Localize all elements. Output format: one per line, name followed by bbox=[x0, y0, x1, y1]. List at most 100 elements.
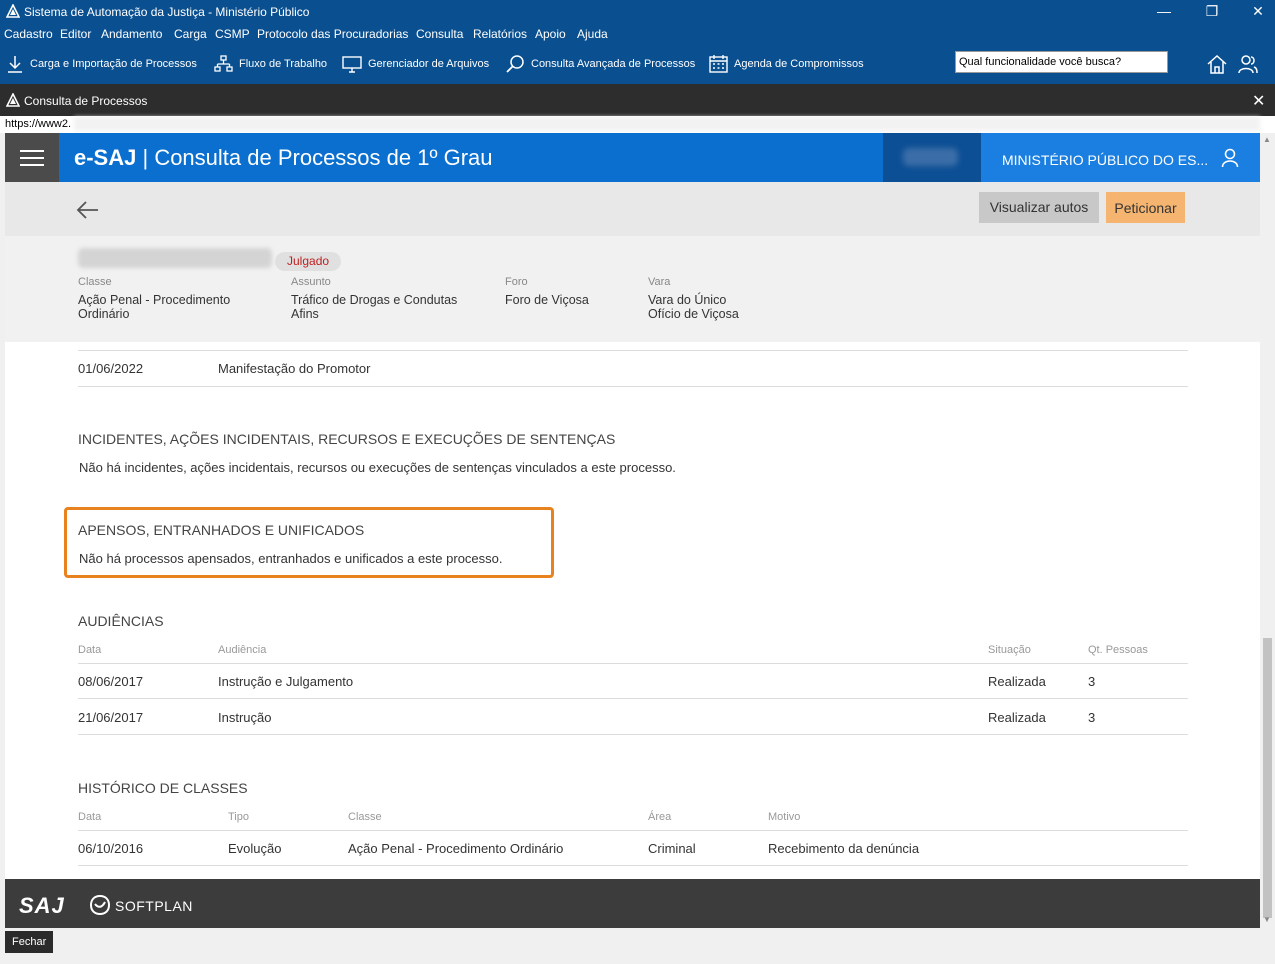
user-icon bbox=[1221, 148, 1239, 168]
url-blurred bbox=[74, 117, 1260, 131]
hamburger-menu-button[interactable] bbox=[5, 133, 59, 182]
vertical-scrollbar[interactable]: ▲ ▼ bbox=[1260, 133, 1275, 928]
search-icon bbox=[506, 55, 524, 73]
hearings-header-date: Data bbox=[78, 644, 102, 656]
movement-date: 01/06/2022 bbox=[78, 361, 144, 376]
scroll-down-icon[interactable]: ▼ bbox=[1263, 915, 1271, 924]
menu-protocolo[interactable]: Protocolo das Procuradorias bbox=[257, 27, 408, 41]
toolbar-consulta-avancada[interactable]: Consulta Avançada de Processos bbox=[505, 54, 695, 74]
field-value-assunto: Tráfico de Drogas e Condutas Afins bbox=[291, 293, 458, 321]
field-label-assunto: Assunto bbox=[291, 276, 331, 288]
hearings-header-hearing: Audiência bbox=[218, 644, 267, 656]
hearings-title: AUDIÊNCIAS bbox=[78, 613, 164, 629]
menu-andamento[interactable]: Andamento bbox=[101, 27, 162, 41]
field-value-vara: Vara do Único Ofício de Viçosa bbox=[648, 293, 739, 321]
toolbar-label: Consulta Avançada de Processos bbox=[531, 58, 696, 70]
hearing-status: Realizada bbox=[988, 710, 1046, 725]
restore-button[interactable]: ❐ bbox=[1189, 0, 1235, 24]
hearings-header-status: Situação bbox=[988, 644, 1031, 656]
minimize-button[interactable]: — bbox=[1141, 0, 1187, 24]
history-reason: Recebimento da denúncia bbox=[768, 841, 920, 856]
flowchart-icon bbox=[214, 55, 233, 72]
softplan-logo: SOFTPLAN bbox=[115, 898, 193, 914]
history-header-type: Tipo bbox=[228, 811, 249, 823]
page-footer: SAJ SOFTPLAN bbox=[5, 879, 1260, 928]
divider bbox=[78, 386, 1188, 387]
user-photo-blurred bbox=[883, 133, 981, 182]
attached-title: APENSOS, ENTRANHADOS E UNIFICADOS bbox=[78, 522, 365, 538]
window-title: Sistema de Automação da Justiça - Minist… bbox=[24, 5, 310, 19]
subwindow-title: Consulta de Processos bbox=[24, 94, 148, 108]
title-separator: | bbox=[142, 145, 155, 170]
divider bbox=[78, 830, 1188, 831]
window-titlebar: Sistema de Automação da Justiça - Minist… bbox=[0, 0, 1275, 24]
history-type: Evolução bbox=[228, 841, 282, 856]
incidents-text: Não há incidentes, ações incidentais, re… bbox=[79, 460, 676, 475]
field-value-classe: Ação Penal - Procedimento Ordinário bbox=[78, 293, 231, 321]
esaj-title: e-SAJ | Consulta de Processos de 1º Grau bbox=[74, 145, 493, 171]
toolbar-label: Agenda de Compromissos bbox=[734, 58, 864, 70]
close-button[interactable]: Fechar bbox=[5, 931, 54, 953]
home-icon[interactable] bbox=[1206, 53, 1228, 75]
menu-apoio[interactable]: Apoio bbox=[535, 27, 566, 41]
process-info: Julgado Classe Ação Penal - Procedimento… bbox=[5, 236, 1260, 342]
close-window-button[interactable]: ✕ bbox=[1235, 0, 1275, 24]
history-header-area: Área bbox=[648, 811, 672, 823]
url-text: https://www2. bbox=[5, 118, 72, 130]
download-icon bbox=[8, 56, 22, 73]
status-badge: Julgado bbox=[275, 252, 342, 271]
scroll-up-icon[interactable]: ▲ bbox=[1263, 135, 1271, 144]
field-label-vara: Vara bbox=[648, 276, 671, 288]
menu-carga[interactable]: Carga bbox=[174, 27, 207, 41]
menu-ajuda[interactable]: Ajuda bbox=[577, 27, 608, 41]
user-name: MINISTÉRIO PÚBLICO DO ES... bbox=[1002, 152, 1209, 168]
esaj-brand: e-SAJ bbox=[74, 145, 137, 170]
attached-text: Não há processos apensados, entranhados … bbox=[79, 551, 503, 566]
history-header-class: Classe bbox=[348, 811, 382, 823]
menu-consulta[interactable]: Consulta bbox=[416, 27, 463, 41]
menu-editor[interactable]: Editor bbox=[60, 27, 91, 41]
back-arrow-icon[interactable] bbox=[76, 201, 100, 219]
subwindow-bar: Consulta de Processos ✕ bbox=[0, 84, 1275, 116]
monitor-icon bbox=[342, 56, 362, 73]
process-content: 01/06/2022 Manifestação do Promotor INCI… bbox=[5, 342, 1260, 879]
hearing-people: 3 bbox=[1088, 710, 1096, 725]
process-number-blurred bbox=[78, 248, 272, 268]
divider bbox=[78, 663, 1188, 664]
toolbar-gerenciador-arquivos[interactable]: Gerenciador de Arquivos bbox=[342, 54, 489, 74]
app-icon bbox=[6, 93, 20, 107]
functionality-search-input[interactable]: Qual funcionalidade você busca? bbox=[955, 51, 1168, 73]
hearing-type: Instrução bbox=[218, 710, 272, 725]
menu-csmp[interactable]: CSMP bbox=[215, 27, 250, 41]
history-header-reason: Motivo bbox=[768, 811, 801, 823]
action-bar: Visualizar autos Peticionar bbox=[5, 182, 1260, 236]
app-icon bbox=[6, 4, 20, 18]
hearings-header-people: Qt. Pessoas bbox=[1088, 644, 1148, 656]
toolbar-agenda[interactable]: Agenda de Compromissos bbox=[709, 54, 864, 74]
scrollbar-thumb[interactable] bbox=[1263, 638, 1272, 918]
movement-description: Manifestação do Promotor bbox=[218, 361, 371, 376]
saj-logo: SAJ bbox=[19, 893, 65, 918]
toolbar-label: Fluxo de Trabalho bbox=[239, 58, 328, 70]
history-area: Criminal bbox=[648, 841, 696, 856]
field-value-foro: Foro de Viçosa bbox=[505, 293, 589, 307]
toolbar-fluxo-trabalho[interactable]: Fluxo de Trabalho bbox=[214, 54, 327, 74]
users-icon[interactable] bbox=[1237, 53, 1259, 75]
menu-cadastro[interactable]: Cadastro bbox=[4, 27, 53, 41]
class-history-title: HISTÓRICO DE CLASSES bbox=[78, 780, 248, 796]
esaj-header: e-SAJ | Consulta de Processos de 1º Grau… bbox=[5, 133, 1260, 182]
history-date: 06/10/2016 bbox=[78, 841, 144, 856]
toolbar-carga-importacao[interactable]: Carga e Importação de Processos bbox=[6, 54, 197, 74]
view-records-button[interactable]: Visualizar autos bbox=[979, 192, 1099, 223]
field-label-foro: Foro bbox=[505, 276, 528, 288]
toolbar-label: Carga e Importação de Processos bbox=[30, 58, 197, 70]
hearing-people: 3 bbox=[1088, 674, 1096, 689]
divider bbox=[78, 734, 1188, 735]
petition-button[interactable]: Peticionar bbox=[1106, 192, 1185, 223]
history-header-date: Data bbox=[78, 811, 102, 823]
close-icon[interactable]: ✕ bbox=[1252, 91, 1265, 111]
esaj-page-title: Consulta de Processos de 1º Grau bbox=[154, 145, 493, 170]
menu-relatorios[interactable]: Relatórios bbox=[473, 27, 527, 41]
calendar-icon bbox=[709, 55, 728, 73]
user-area[interactable]: MINISTÉRIO PÚBLICO DO ES... bbox=[883, 133, 1260, 182]
